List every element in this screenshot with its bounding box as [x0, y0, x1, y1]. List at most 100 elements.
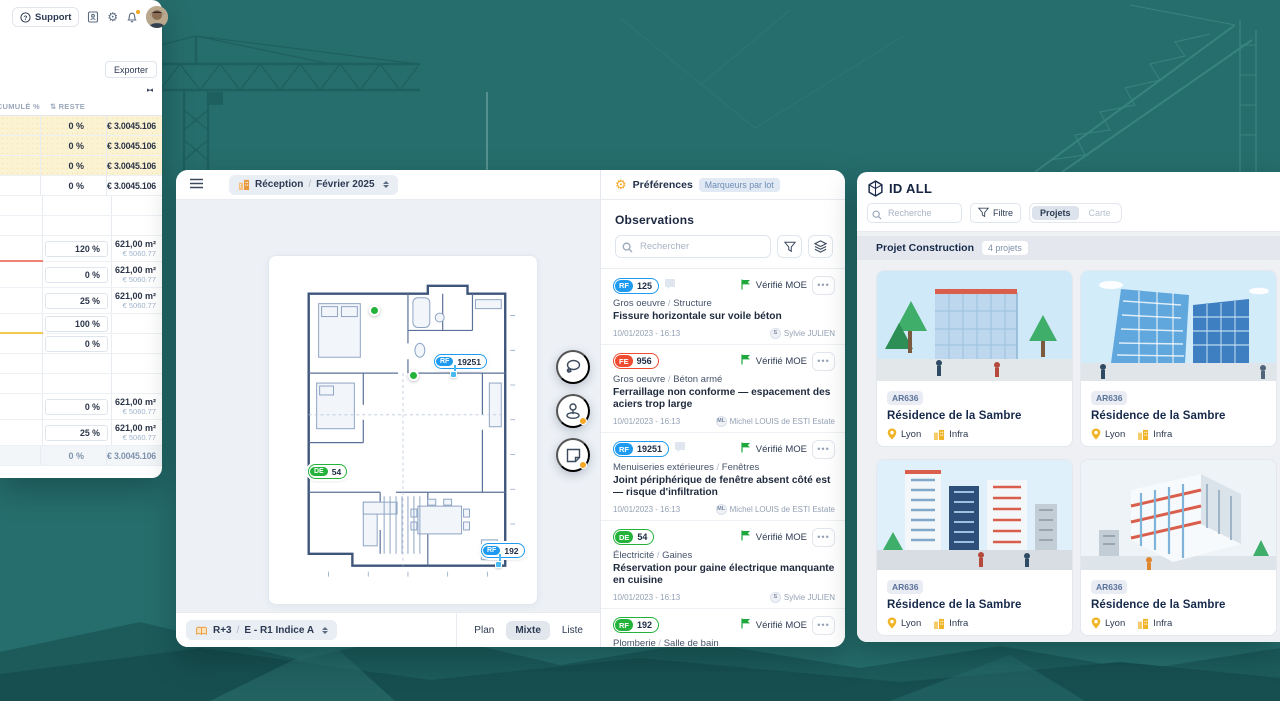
- add-marker-tool-button[interactable]: [556, 394, 590, 428]
- project-ref-badge: AR636: [1091, 391, 1127, 405]
- observation-item[interactable]: FE956 Vérifié MOE ••• Gros oeuvre / Béto…: [601, 345, 845, 433]
- cumule-value: 0 %: [69, 121, 107, 131]
- observations-search-input[interactable]: [615, 235, 771, 258]
- contacts-icon[interactable]: [87, 11, 99, 24]
- preferences-label[interactable]: Préférences: [633, 179, 693, 191]
- flag-icon: [741, 616, 751, 634]
- plan-canvas[interactable]: RF19251 DE54 RF192: [176, 200, 600, 612]
- plan-marker-dot[interactable]: [369, 305, 380, 316]
- hamburger-menu-icon[interactable]: [190, 176, 203, 194]
- project-title: Résidence de la Sambre: [887, 410, 1062, 422]
- phase-selector[interactable]: Réception / Février 2025: [229, 175, 398, 195]
- project-card[interactable]: AR636 Résidence de la Sambre Lyon Infra: [1080, 270, 1277, 447]
- tab-carte[interactable]: Carte: [1081, 206, 1119, 220]
- infra-building-icon: [933, 429, 945, 440]
- project-city: Lyon: [1091, 617, 1125, 629]
- support-button[interactable]: ? Support: [12, 7, 79, 27]
- observation-description: Joint périphérique de fenêtre absent côt…: [613, 475, 835, 500]
- table-row: 0 % 621,00 m²€ 5060.77: [0, 394, 162, 420]
- project-city: Lyon: [1091, 428, 1125, 440]
- observation-item[interactable]: DE54 Vérifié MOE ••• Électricité / Gaine…: [601, 521, 845, 609]
- map-pin-icon: [887, 617, 897, 629]
- project-card-grid: AR636 Résidence de la Sambre Lyon Infra: [857, 260, 1280, 636]
- floor-plan-sheet[interactable]: RF19251 DE54 RF192: [268, 255, 538, 605]
- percent-input[interactable]: 0 %: [45, 267, 108, 283]
- project-category: Infra: [1137, 618, 1172, 629]
- plan-footer: R+3 / E - R1 Indice A Plan Mixte Liste: [176, 612, 600, 647]
- notifications-bell-icon[interactable]: [126, 11, 138, 24]
- filter-button[interactable]: Filtre: [970, 203, 1021, 223]
- column-header-reste[interactable]: ⇅RESTE: [50, 102, 85, 111]
- project-image: [1081, 460, 1277, 570]
- observation-category: Gros oeuvre / Béton armé: [613, 374, 835, 385]
- observation-description: Ferraillage non conforme — espacement de…: [613, 387, 835, 412]
- area-value: 621,00 m²: [115, 423, 156, 433]
- area-value: 621,00 m²: [115, 397, 156, 407]
- project-category: Infra: [933, 429, 968, 440]
- flag-icon: [741, 528, 751, 546]
- percent-input[interactable]: 0 %: [45, 399, 108, 415]
- amount-sub: € 5060.77: [123, 275, 156, 284]
- view-mixte-button[interactable]: Mixte: [506, 621, 550, 640]
- table-row: 25 % 621,00 m²€ 5060.77: [0, 420, 162, 446]
- amount-sub: € 5060.77: [123, 433, 156, 442]
- view-plan-button[interactable]: Plan: [465, 621, 503, 640]
- more-button[interactable]: •••: [812, 528, 835, 547]
- more-button[interactable]: •••: [812, 352, 835, 371]
- observations-title: Observations: [601, 200, 845, 235]
- percent-input[interactable]: 0 %: [45, 336, 108, 352]
- tab-projets[interactable]: Projets: [1032, 206, 1079, 220]
- observation-item[interactable]: RF192 Vérifié MOE ••• Plomberie / Salle …: [601, 609, 845, 648]
- amount-sub: € 5060.77: [123, 407, 156, 416]
- observation-category: Gros oeuvre / Structure: [613, 298, 835, 309]
- map-pin-icon: [1091, 428, 1101, 440]
- project-group-header[interactable]: Projet Construction 4 projets: [857, 236, 1280, 260]
- lasso-select-tool-button[interactable]: [556, 350, 590, 384]
- flag-icon: [741, 352, 751, 370]
- collapse-columns-icon[interactable]: ▸◂: [0, 82, 162, 98]
- observation-item[interactable]: RF19251 Vérifié MOE ••• Menuiseries exté…: [601, 433, 845, 521]
- view-liste-button[interactable]: Liste: [553, 621, 592, 640]
- observation-tag: RF125: [613, 278, 659, 294]
- table-row: [0, 374, 162, 394]
- settings-gear-icon[interactable]: ⚙: [107, 11, 118, 24]
- project-ref-badge: AR636: [1091, 580, 1127, 594]
- filter-funnel-button[interactable]: [777, 235, 802, 258]
- more-button[interactable]: •••: [812, 616, 835, 635]
- level-name: R+3: [213, 625, 232, 636]
- plan-marker-electric[interactable]: DE54: [308, 460, 347, 479]
- percent-input[interactable]: 25 %: [45, 293, 108, 309]
- level-selector[interactable]: R+3 / E - R1 Indice A: [186, 620, 337, 640]
- percent-input[interactable]: 100 %: [45, 316, 108, 332]
- search-icon: [622, 240, 633, 258]
- area-value: 621,00 m²: [115, 291, 156, 301]
- more-button[interactable]: •••: [812, 440, 835, 459]
- reste-value: € 3.0045.106: [107, 161, 156, 171]
- area-value: 621,00 m²: [115, 239, 156, 249]
- plan-marker-window[interactable]: RF19251: [434, 350, 487, 369]
- infra-building-icon: [933, 618, 945, 629]
- project-card[interactable]: AR636 Résidence de la Sambre Lyon Infra: [876, 459, 1073, 636]
- left-panel-toolbar: ? Support ⚙: [0, 0, 162, 34]
- idall-logo-icon: [867, 180, 884, 197]
- percent-input[interactable]: 25 %: [45, 425, 108, 441]
- more-button[interactable]: •••: [812, 276, 835, 295]
- observation-tag: RF192: [613, 617, 659, 633]
- project-card[interactable]: AR636 Résidence de la Sambre Lyon Infra: [1080, 459, 1277, 636]
- marker-mode-badge[interactable]: Marqueurs par lot: [699, 178, 780, 192]
- status-label: Vérifié MOE: [756, 444, 807, 455]
- project-category: Infra: [933, 618, 968, 629]
- export-button[interactable]: Exporter: [105, 61, 157, 78]
- layers-button[interactable]: [808, 235, 833, 258]
- plan-marker-dot[interactable]: [408, 370, 419, 381]
- idall-logo: ID ALL: [857, 172, 1280, 200]
- plan-viewer: Réception / Février 2025: [176, 170, 600, 647]
- project-image: [1081, 271, 1277, 381]
- project-card[interactable]: AR636 Résidence de la Sambre Lyon Infra: [876, 270, 1073, 447]
- reste-value: € 3.0045.106: [107, 181, 156, 191]
- note-tool-button[interactable]: [556, 438, 590, 472]
- observation-item[interactable]: RF125 Vérifié MOE ••• Gros oeuvre / Stru…: [601, 269, 845, 345]
- percent-input[interactable]: 120 %: [45, 241, 108, 257]
- projects-map-toggle: Projets Carte: [1029, 203, 1122, 223]
- plan-marker-plumbing[interactable]: RF192: [481, 539, 525, 558]
